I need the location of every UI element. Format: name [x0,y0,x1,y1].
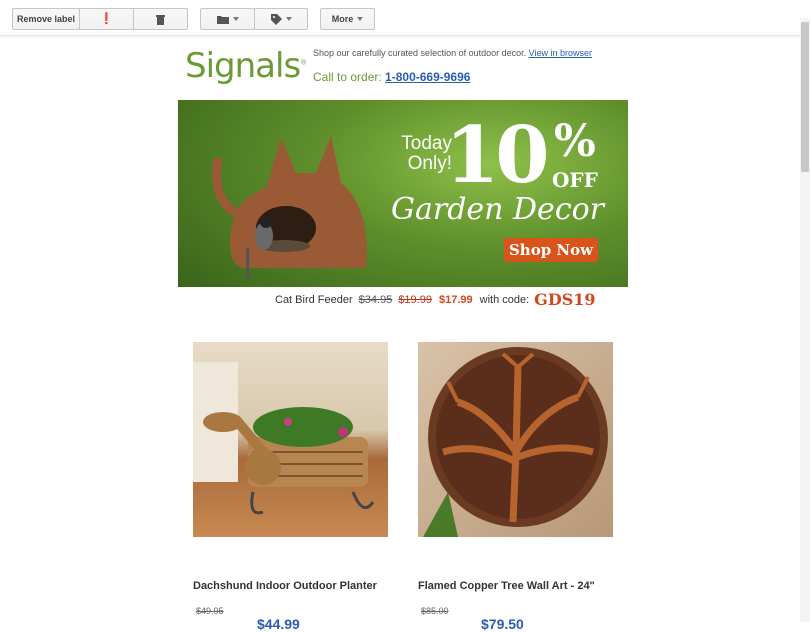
scrollbar-thumb[interactable] [801,22,809,172]
chevron-down-icon [232,17,239,21]
chevron-down-icon [285,17,292,21]
call-to-order: Call to order: 1-800-669-9696 [313,70,470,84]
banner-price-strip: Cat Bird Feeder $34.95 $19.99 $17.99 wit… [178,287,628,312]
discount-percent: 10 [445,110,550,201]
more-label: More [331,14,354,24]
more-button[interactable]: More [320,8,375,30]
code-label: with code: [479,293,530,306]
logo-text: Signals [185,46,301,86]
copper-tree-wall-art-image[interactable] [418,342,613,537]
off-text: OFF [552,168,598,192]
product-new-price-1: $44.99 [257,616,300,632]
email-toolbar: Remove label ❗ More [0,0,810,36]
percent-sign: % [554,116,596,167]
tagline-text: Shop our carefully curated selection of … [313,48,527,58]
folder-icon [216,15,229,24]
product-old-price-1: $49.95 [196,606,224,616]
delete-button[interactable] [133,8,188,30]
banner-new-price: $17.99 [438,293,473,306]
remove-label-text: Remove label [16,14,76,24]
only-text: Only! [407,153,452,174]
phone-link[interactable]: 1-800-669-9696 [385,70,470,84]
call-label: Call to order: [313,70,382,84]
banner-product-name: Cat Bird Feeder [275,293,353,306]
banner-headline: Garden Decor [391,192,605,227]
trash-icon [156,14,165,25]
signals-logo[interactable]: Signals® [185,46,307,86]
report-spam-button[interactable]: ❗ [79,8,134,30]
tag-icon [270,13,282,25]
view-in-browser-link[interactable]: View in browser [529,48,592,58]
planter-illustration [193,362,375,515]
promo-banner[interactable]: Today Only! 10 % OFF Garden Decor Shop No… [178,100,628,312]
remove-label-button[interactable]: Remove label [12,8,80,30]
header-tagline: Shop our carefully curated selection of … [313,48,592,58]
shop-now-button[interactable]: Shop Now [504,238,598,262]
move-to-button[interactable] [200,8,255,30]
product-old-price-2: $85.00 [421,606,449,616]
promo-code: GDS19 [534,290,596,309]
exclamation-icon: ❗ [99,12,114,25]
product-title-2[interactable]: Flamed Copper Tree Wall Art - 24" [418,580,595,592]
banner-old-price-1: $34.95 [358,293,393,306]
banner-old-price-2: $19.99 [398,293,432,306]
product-new-price-2: $79.50 [481,616,524,632]
chevron-down-icon [357,17,364,21]
labels-button[interactable] [254,8,308,30]
today-text: Today [401,133,452,154]
tree-art-illustration [423,347,608,537]
dachshund-planter-image[interactable] [193,342,388,537]
cat-bird-feeder-image [211,136,367,278]
today-only-text: Today Only! [392,134,452,174]
product-title-1[interactable]: Dachshund Indoor Outdoor Planter [193,580,377,592]
